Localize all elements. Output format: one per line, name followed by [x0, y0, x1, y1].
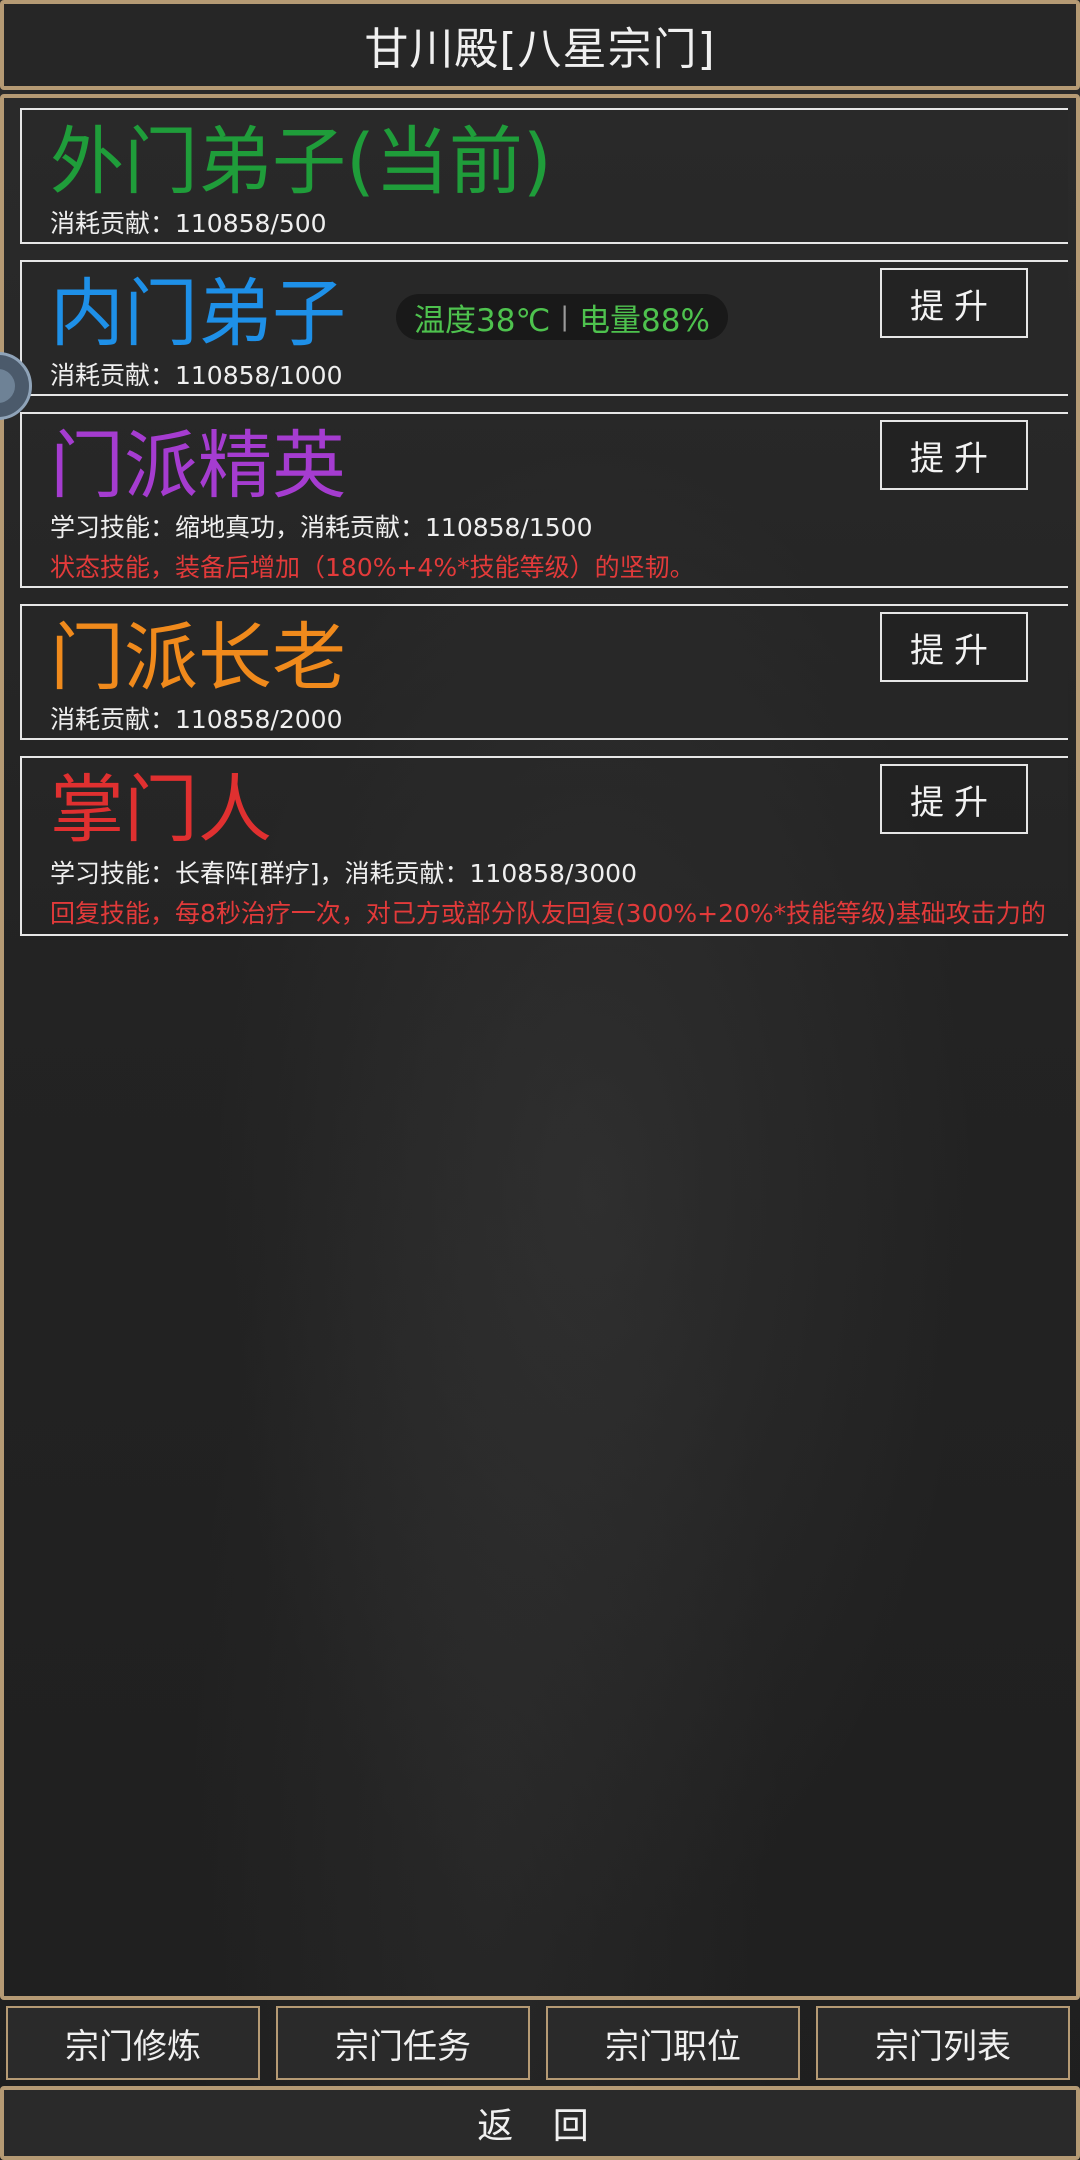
rank-cost: 消耗贡献：110858/500 — [50, 209, 327, 238]
temperature-readout: 温度38℃ — [414, 302, 551, 339]
rank-skill-description: 状态技能，装备后增加（180%+4%*技能等级）的坚韧。 — [50, 553, 695, 582]
rank-name: 门派精英 — [50, 423, 346, 509]
promote-button[interactable]: 提升 — [880, 268, 1028, 338]
rank-card-sect-master: 掌门人 学习技能：长春阵[群疗]，消耗贡献：110858/3000 回复技能，每… — [20, 756, 1068, 936]
header-bar: 甘川殿[八星宗门] — [0, 0, 1080, 90]
promote-button[interactable]: 提升 — [880, 612, 1028, 682]
rank-card-outer-disciple: 外门弟子(当前) 消耗贡献：110858/500 — [20, 108, 1068, 244]
bottom-tab-bar: 宗门修炼 宗门任务 宗门职位 宗门列表 — [0, 2004, 1080, 2084]
rank-cost: 消耗贡献：110858/1000 — [50, 361, 343, 390]
promote-button[interactable]: 提升 — [880, 764, 1028, 834]
rank-name: 掌门人 — [50, 767, 272, 853]
rank-name: 内门弟子 — [50, 271, 346, 357]
back-button[interactable]: 返 回 — [0, 2086, 1080, 2160]
rank-skill-description: 回复技能，每8秒治疗一次，对己方或部分队友回复(300%+20%*技能等级)基础… — [50, 899, 1046, 928]
rank-name: 门派长老 — [50, 615, 346, 701]
page-title: 甘川殿[八星宗门] — [364, 24, 716, 75]
device-status-overlay: 温度38℃ | 电量88% — [396, 294, 728, 340]
bubble-icon — [0, 369, 15, 403]
rank-card-sect-elder: 门派长老 消耗贡献：110858/2000 提升 — [20, 604, 1068, 740]
rank-skill-line: 学习技能：缩地真功，消耗贡献：110858/1500 — [50, 513, 593, 542]
battery-readout: 电量88% — [579, 302, 710, 339]
tab-sect-missions[interactable]: 宗门任务 — [276, 2006, 530, 2080]
sect-rank-screen: 甘川殿[八星宗门] 外门弟子(当前) 消耗贡献：110858/500 内门弟子 … — [0, 0, 1080, 2160]
rank-card-sect-elite: 门派精英 学习技能：缩地真功，消耗贡献：110858/1500 状态技能，装备后… — [20, 412, 1068, 588]
rank-list-panel: 外门弟子(当前) 消耗贡献：110858/500 内门弟子 消耗贡献：11085… — [0, 94, 1080, 2000]
rank-skill-line: 学习技能：长春阵[群疗]，消耗贡献：110858/3000 — [50, 859, 637, 888]
rank-cost: 消耗贡献：110858/2000 — [50, 705, 343, 734]
rank-name: 外门弟子(当前) — [50, 119, 552, 205]
tab-sect-cultivation[interactable]: 宗门修炼 — [6, 2006, 260, 2080]
status-divider: | — [560, 302, 570, 332]
tab-sect-positions[interactable]: 宗门职位 — [546, 2006, 800, 2080]
tab-sect-list[interactable]: 宗门列表 — [816, 2006, 1070, 2080]
promote-button[interactable]: 提升 — [880, 420, 1028, 490]
